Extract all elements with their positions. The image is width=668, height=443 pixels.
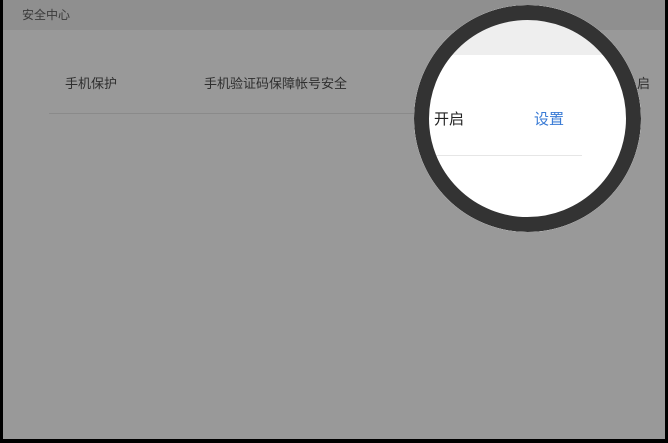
phone-protection-settings-link[interactable]: 设置: [534, 108, 564, 129]
magnified-header: [414, 5, 641, 55]
phone-protection-label: 手机保护: [65, 77, 118, 92]
magnified-content: [414, 55, 641, 232]
zoom-magnifier: 开启 设置: [414, 5, 641, 232]
magnifier-view: 开启 设置: [414, 5, 641, 232]
magnified-divider: [432, 155, 582, 156]
page-title: 安全中心: [22, 8, 71, 22]
screen-frame: 安全中心 手机保护 手机验证码保障帐号安全 启 开启 设置: [3, 0, 665, 439]
phone-protection-description: 手机验证码保障帐号安全: [204, 77, 348, 92]
phone-protection-status: 开启: [434, 110, 465, 128]
